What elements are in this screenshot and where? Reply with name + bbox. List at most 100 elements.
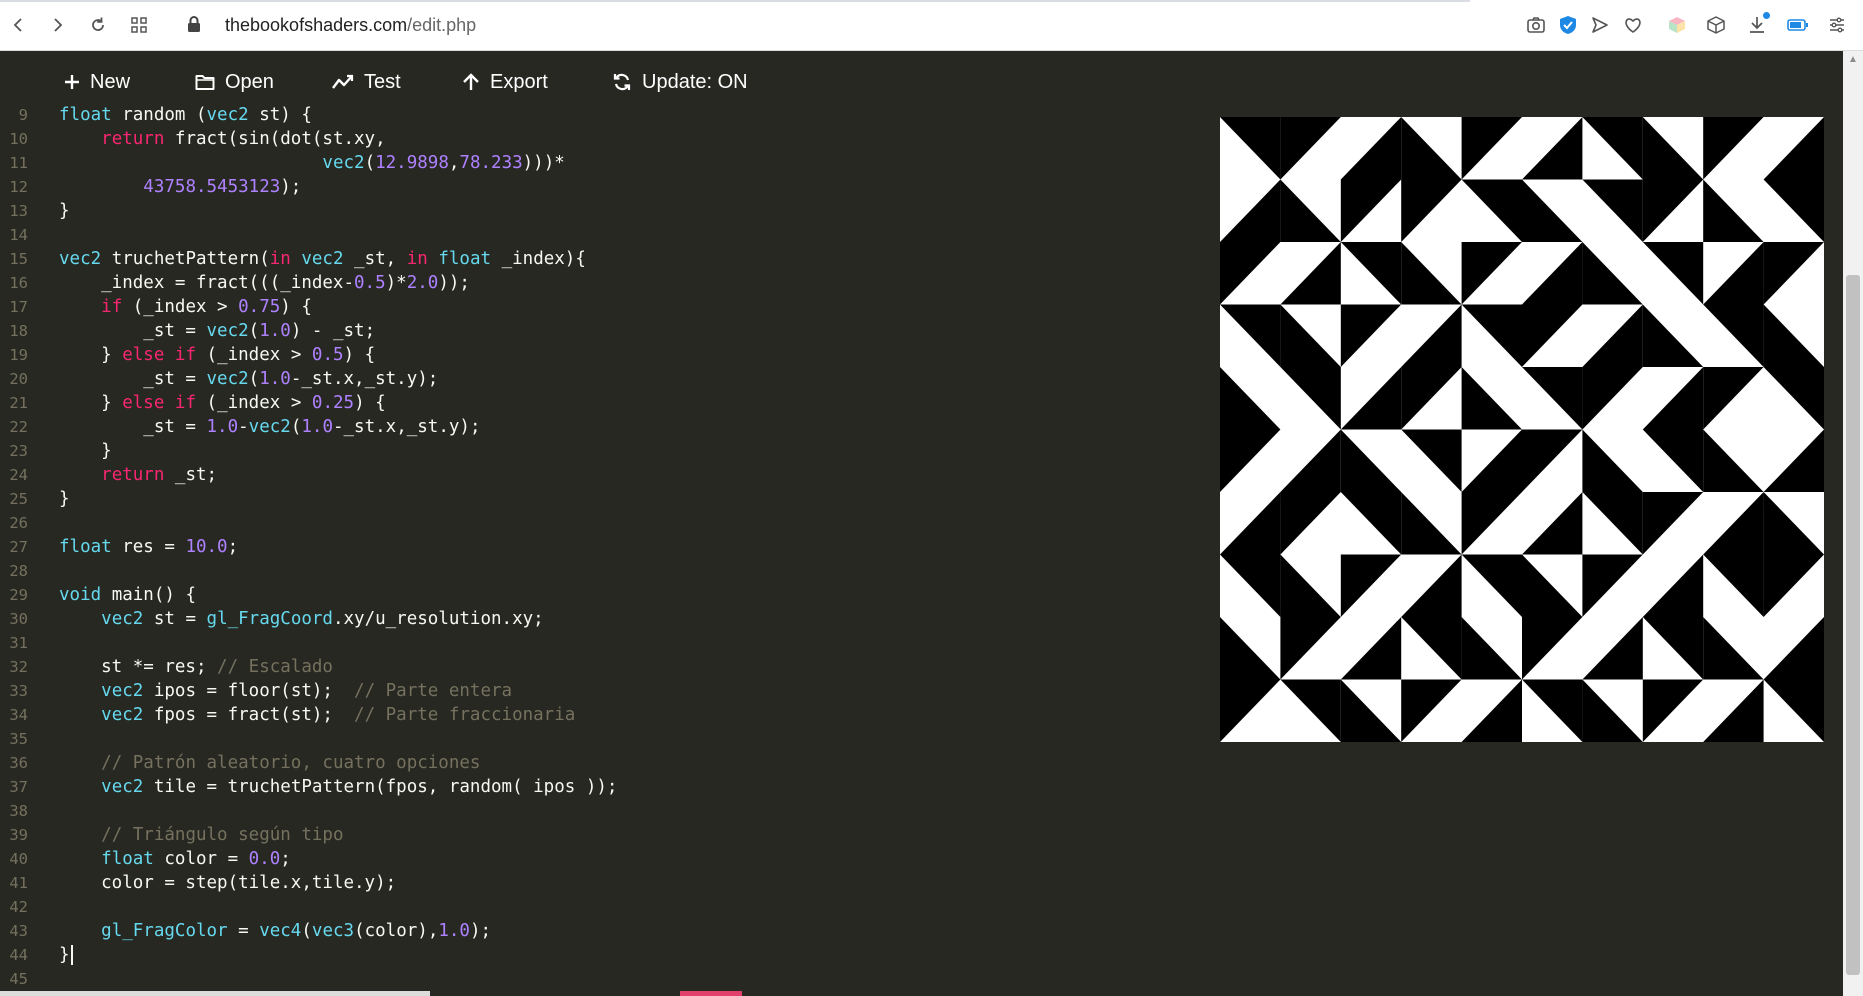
shield-icon[interactable]	[1556, 13, 1580, 37]
code-token: }	[59, 393, 123, 413]
code-line[interactable]: 25}	[0, 487, 1200, 511]
code-token: -_st.x,_st.y);	[290, 369, 439, 389]
code-token: tile = truchetPattern(fpos, random( ipos…	[143, 777, 618, 797]
reload-icon[interactable]	[85, 12, 111, 38]
code-line[interactable]: 13}	[0, 199, 1200, 223]
code-line[interactable]: 40 float color = 0.0;	[0, 847, 1200, 871]
code-line[interactable]: 26	[0, 511, 1200, 535]
horizontal-scrollbar[interactable]	[0, 991, 430, 996]
code-text: vec2 truchetPattern(in vec2 _st, in floa…	[59, 247, 586, 271]
code-token: vec2	[101, 777, 144, 797]
code-line[interactable]: 19 } else if (_index > 0.5) {	[0, 343, 1200, 367]
back-icon[interactable]	[6, 12, 32, 38]
code-line[interactable]: 20 _st = vec2(1.0-_st.x,_st.y);	[0, 367, 1200, 391]
code-token: void	[59, 585, 102, 605]
code-line[interactable]: 24 return _st;	[0, 463, 1200, 487]
trend-chart-icon	[332, 74, 354, 89]
code-line[interactable]: 9 float random (vec2 st) {	[0, 103, 1200, 127]
code-token: (_index >	[196, 393, 312, 413]
code-line[interactable]: 33 vec2 ipos = floor(st); // Parte enter…	[0, 679, 1200, 703]
code-line[interactable]: 21 } else if (_index > 0.25) {	[0, 391, 1200, 415]
scroll-up-icon[interactable]: ▲	[1846, 54, 1860, 68]
camera-icon[interactable]	[1524, 13, 1548, 37]
truchet-pattern-render	[1220, 117, 1824, 742]
code-token: fpos = fract(st);	[143, 705, 355, 725]
tab-grid-icon[interactable]	[126, 12, 152, 38]
line-number: 10	[9, 130, 28, 148]
code-line[interactable]: 32 st *= res; // Escalado	[0, 655, 1200, 679]
code-line[interactable]: 10 return fract(sin(dot(st.xy,	[0, 127, 1200, 151]
code-line[interactable]: 22 _st = 1.0-vec2(1.0-_st.x,_st.y);	[0, 415, 1200, 439]
code-token: vec2	[206, 105, 249, 125]
line-number: 16	[9, 274, 28, 292]
plus-icon	[65, 75, 79, 89]
code-line[interactable]: 44}	[0, 943, 1200, 967]
heart-icon[interactable]	[1621, 13, 1645, 37]
code-token: ) {	[343, 345, 376, 365]
code-token: =	[227, 921, 260, 941]
code-line[interactable]: 39 // Triángulo según tipo	[0, 823, 1200, 847]
forward-icon[interactable]	[44, 12, 70, 38]
code-line[interactable]: 14	[0, 223, 1200, 247]
shader-preview-canvas[interactable]	[1220, 117, 1824, 742]
code-token: }	[59, 945, 70, 965]
code-line[interactable]: 23 }	[0, 439, 1200, 463]
code-token: )*	[385, 273, 407, 293]
code-line[interactable]: 28	[0, 559, 1200, 583]
box-icon[interactable]	[1704, 13, 1728, 37]
code-line[interactable]: 29 void main() {	[0, 583, 1200, 607]
line-number: 33	[9, 682, 28, 700]
code-line[interactable]: 36 // Patrón aleatorio, cuatro opciones	[0, 751, 1200, 775]
code-line[interactable]: 38	[0, 799, 1200, 823]
send-icon[interactable]	[1588, 13, 1612, 37]
battery-icon[interactable]	[1786, 13, 1810, 37]
line-number: 41	[9, 874, 28, 892]
code-line[interactable]: 34 vec2 fpos = fract(st); // Parte fracc…	[0, 703, 1200, 727]
code-token: res =	[111, 537, 186, 557]
code-text: float random (vec2 st) {	[59, 103, 312, 127]
line-number: 25	[9, 490, 28, 508]
settings-sliders-icon[interactable]	[1825, 13, 1849, 37]
code-token: vec2	[206, 321, 249, 341]
code-token: truchetPattern(	[101, 249, 270, 269]
code-line[interactable]: 15 vec2 truchetPattern(in vec2 _st, in fl…	[0, 247, 1200, 271]
code-token: ) {	[354, 393, 386, 413]
code-line[interactable]: 45	[0, 967, 1200, 991]
code-line[interactable]: 11 vec2(12.9898,78.233)))*	[0, 151, 1200, 175]
code-line[interactable]: 27 float res = 10.0;	[0, 535, 1200, 559]
scrollbar-thumb[interactable]	[1846, 275, 1860, 975]
folder-icon	[195, 75, 215, 90]
address-bar[interactable]: thebookofshaders.com/edit.php	[225, 15, 476, 36]
code-line[interactable]: 42	[0, 895, 1200, 919]
code-line[interactable]: 43 gl_FragColor = vec4(vec3(color),1.0);	[0, 919, 1200, 943]
code-line[interactable]: 30 vec2 st = gl_FragCoord.xy/u_resolutio…	[0, 607, 1200, 631]
code-line[interactable]: 31	[0, 631, 1200, 655]
cube-color-icon[interactable]	[1665, 13, 1689, 37]
line-number: 40	[9, 850, 28, 868]
code-line[interactable]: 12 43758.5453123);	[0, 175, 1200, 199]
code-line[interactable]: 17 if (_index > 0.75) {	[0, 295, 1200, 319]
code-line[interactable]: 16 _index = fract(((_index-0.5)*2.0));	[0, 271, 1200, 295]
code-token: ,	[448, 153, 460, 173]
code-token: vec2	[101, 705, 144, 725]
code-line[interactable]: 35	[0, 727, 1200, 751]
code-token: vec2	[248, 417, 291, 437]
code-text: _st = vec2(1.0-_st.x,_st.y);	[59, 367, 438, 391]
code-line[interactable]: 37 vec2 tile = truchetPattern(fpos, rand…	[0, 775, 1200, 799]
code-line[interactable]: 18 _st = vec2(1.0) - _st;	[0, 319, 1200, 343]
code-token: ) - _st;	[290, 321, 376, 341]
code-line[interactable]: 41 color = step(tile.x,tile.y);	[0, 871, 1200, 895]
code-token: vec3	[311, 921, 355, 941]
code-token: 0.25	[311, 393, 355, 413]
code-token: ;	[280, 849, 291, 869]
code-text: }	[59, 943, 73, 967]
code-token: _st,	[343, 249, 407, 269]
code-text: float color = 0.0;	[59, 847, 291, 871]
code-token: -_st.x,_st.y);	[332, 417, 481, 437]
